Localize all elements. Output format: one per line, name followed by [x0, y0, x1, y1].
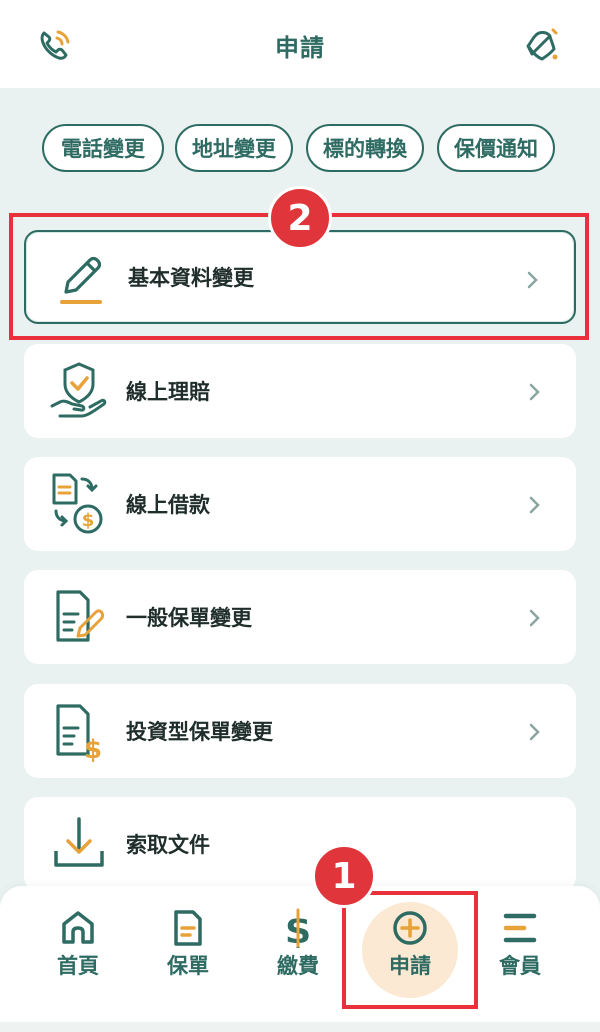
bottom-strip	[0, 1022, 600, 1032]
menu-item-online-loan[interactable]: $ 線上借款	[24, 457, 576, 551]
nav-member[interactable]: 會員	[480, 904, 560, 984]
notification-bell-icon[interactable]	[520, 24, 562, 66]
document-dollar-icon: $	[56, 704, 102, 762]
menu-label: 一般保單變更	[126, 606, 252, 630]
document-exchange-money-icon: $	[52, 473, 103, 534]
menu-item-investment-policy-change[interactable]: $ 投資型保單變更	[24, 684, 576, 778]
menu-label: 線上借款	[126, 493, 210, 517]
menu-item-online-claim[interactable]: 線上理賠	[24, 344, 576, 438]
menu-item-general-policy-change[interactable]: 一般保單變更	[24, 570, 576, 664]
chip-phone-change[interactable]: 電話變更	[42, 124, 164, 172]
chevron-right-icon	[529, 723, 540, 741]
chip-target-switch[interactable]: 標的轉換	[306, 124, 424, 172]
nav-policy[interactable]: 保單	[148, 904, 228, 984]
nav-label: 繳費	[277, 954, 319, 978]
app-header: 申請	[0, 0, 600, 88]
nav-label: 首頁	[57, 954, 99, 978]
document-pencil-icon	[56, 590, 105, 642]
menu-item-request-documents[interactable]: 索取文件	[24, 797, 576, 891]
nav-label: 會員	[499, 954, 541, 978]
step-badge-1: 1	[312, 844, 376, 908]
chevron-right-icon	[529, 609, 540, 627]
download-icon	[54, 817, 104, 867]
chevron-right-icon	[529, 383, 540, 401]
dollar-icon: $	[285, 908, 311, 948]
svg-text:$: $	[84, 735, 102, 762]
menu-lines-icon	[503, 913, 537, 943]
menu-label: 投資型保單變更	[126, 720, 273, 744]
nav-home[interactable]: 首頁	[38, 904, 118, 984]
policy-document-icon	[174, 910, 202, 946]
menu-label: 索取文件	[126, 833, 210, 857]
chip-address-change[interactable]: 地址變更	[175, 124, 293, 172]
shield-hand-icon	[50, 362, 107, 418]
page-title: 申請	[275, 34, 325, 62]
menu-label: 線上理賠	[126, 380, 210, 404]
step-badge-2: 2	[268, 186, 332, 250]
svg-text:$: $	[82, 510, 95, 531]
nav-label: 保單	[167, 954, 209, 978]
bottom-nav: 首頁 保單 $ 繳費 申請 會員	[0, 886, 600, 1032]
nav-payment[interactable]: $ 繳費	[258, 904, 338, 984]
chevron-right-icon	[529, 496, 540, 514]
highlight-box-step-1	[342, 891, 478, 1009]
home-icon	[62, 911, 94, 944]
chip-value-notice[interactable]: 保價通知	[437, 124, 555, 172]
